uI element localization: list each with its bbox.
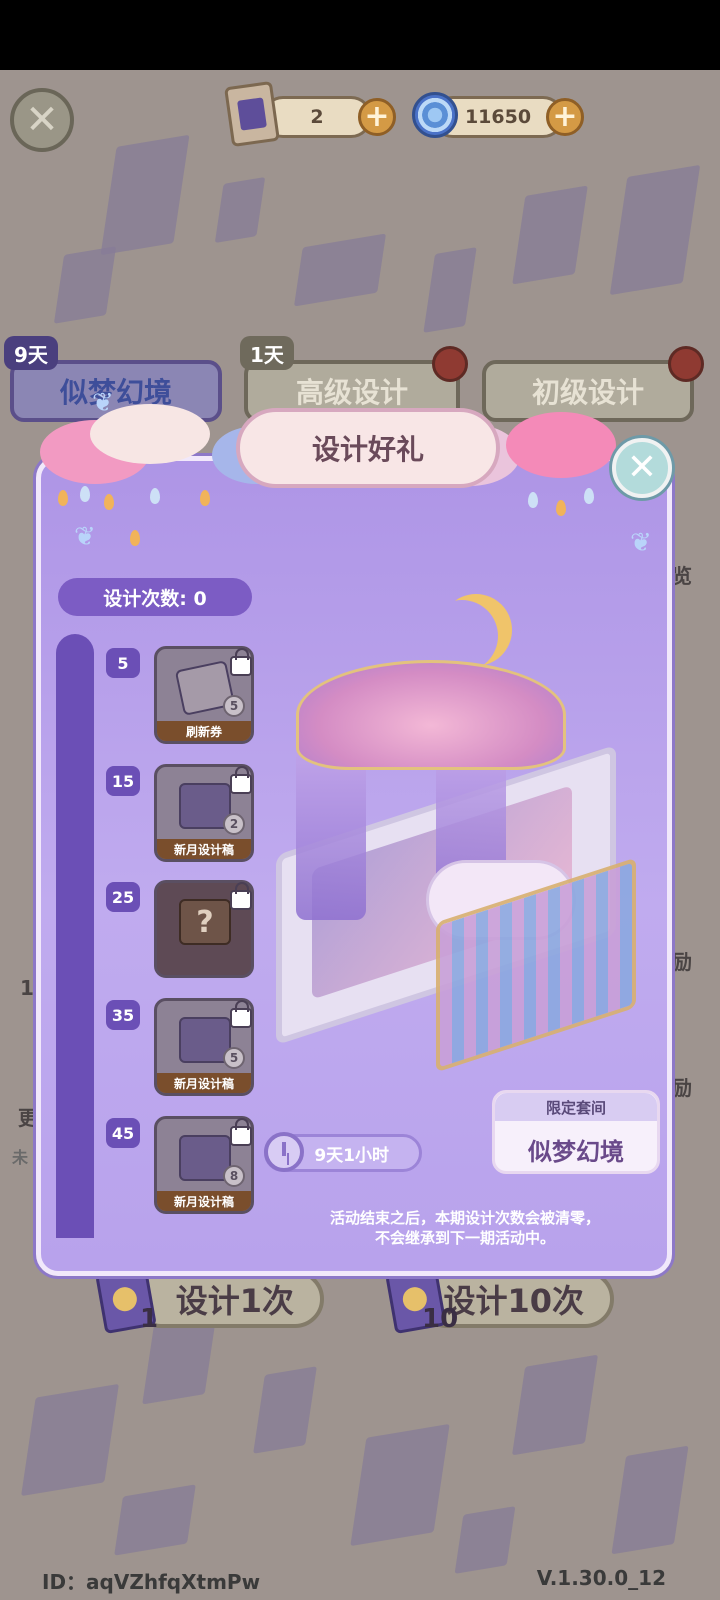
add-swirl-button[interactable]: + bbox=[546, 98, 584, 136]
drop-decoration bbox=[556, 500, 566, 516]
tab-label: 高级设计 bbox=[295, 376, 408, 409]
side-text: 未 bbox=[12, 1148, 29, 1167]
close-screen-button[interactable]: ✕ bbox=[10, 88, 74, 152]
tab-basic-design[interactable]: 初级设计 bbox=[482, 360, 694, 422]
reward-qty: 8 bbox=[223, 1165, 245, 1187]
butterfly-decoration: ❦ bbox=[74, 522, 96, 552]
close-icon: ✕ bbox=[25, 97, 59, 143]
notification-dot bbox=[432, 346, 468, 382]
swirl-currency-icon bbox=[412, 92, 458, 138]
drop-decoration bbox=[80, 486, 90, 502]
pink-cloud-decoration bbox=[506, 412, 616, 478]
drop-decoration bbox=[528, 492, 538, 508]
clock-icon bbox=[264, 1132, 304, 1172]
close-popup-button[interactable]: ✕ bbox=[612, 438, 672, 498]
design-progress-track bbox=[56, 634, 94, 1238]
reward-qty: 5 bbox=[223, 1047, 245, 1069]
reward-label: 新月设计稿 bbox=[157, 1191, 251, 1211]
reward-qty: 2 bbox=[223, 813, 245, 835]
dream-suite-room-illustration bbox=[256, 590, 646, 1090]
player-id: ID：aqVZhfqXtmPw bbox=[42, 1570, 261, 1594]
drop-decoration bbox=[58, 490, 68, 506]
reward-qty: 5 bbox=[223, 695, 245, 717]
version-label: V.1.30.0_12 bbox=[536, 1566, 666, 1590]
tier-threshold: 25 bbox=[106, 882, 140, 912]
days-left-badge: 1天 bbox=[240, 336, 294, 370]
lock-icon bbox=[230, 1000, 252, 1028]
close-icon: ✕ bbox=[626, 447, 658, 488]
tab-label: 初级设计 bbox=[531, 376, 644, 409]
note-line: 活动结束之后，本期设计次数会被清零， bbox=[329, 1209, 600, 1227]
tier-threshold: 45 bbox=[106, 1118, 140, 1148]
note-line: 不会继承到下一期活动中。 bbox=[374, 1229, 555, 1247]
add-scroll-button[interactable]: + bbox=[358, 98, 396, 136]
drop-decoration bbox=[150, 488, 160, 504]
lock-icon bbox=[230, 766, 252, 794]
design-once-button[interactable]: 设计1次 bbox=[132, 1270, 324, 1328]
side-text: 励 bbox=[672, 1076, 692, 1100]
drop-decoration bbox=[104, 494, 114, 510]
drop-decoration bbox=[200, 490, 210, 506]
side-text: 励 bbox=[672, 950, 692, 974]
lock-icon bbox=[230, 648, 252, 676]
swirl-count: 11650 bbox=[464, 106, 532, 128]
design-count-pill: 设计次数: 0 bbox=[58, 578, 252, 616]
butterfly-decoration: ❦ bbox=[630, 528, 652, 558]
limited-suite-name: 似梦幻境 bbox=[528, 1137, 624, 1166]
butterfly-decoration: ❦ bbox=[92, 388, 114, 418]
canopy bbox=[296, 660, 566, 770]
side-text: 1 bbox=[20, 976, 34, 1000]
mystery-box-icon bbox=[179, 899, 231, 945]
limited-suite-card[interactable]: 限定套间 似梦幻境 bbox=[492, 1090, 660, 1174]
cost-count: 10 bbox=[422, 1304, 459, 1334]
cost-count: 1 bbox=[140, 1304, 159, 1334]
reward-label: 新月设计稿 bbox=[157, 1073, 251, 1093]
lock-icon bbox=[230, 1118, 252, 1146]
lock-icon bbox=[230, 882, 252, 910]
tier-threshold: 5 bbox=[106, 648, 140, 678]
side-text: 更 bbox=[18, 1106, 38, 1130]
limited-suite-label: 限定套间 bbox=[495, 1093, 657, 1121]
drop-decoration bbox=[130, 530, 140, 546]
reward-label: 刷新券 bbox=[157, 721, 251, 741]
drop-decoration bbox=[584, 488, 594, 504]
button-label: 设计1次 bbox=[175, 1282, 294, 1320]
days-left-badge: 9天 bbox=[4, 336, 58, 370]
timer-text: 9天1小时 bbox=[314, 1145, 389, 1166]
tier-threshold: 35 bbox=[106, 1000, 140, 1030]
reward-label: 新月设计稿 bbox=[157, 839, 251, 859]
event-reset-note: 活动结束之后，本期设计次数会被清零， 不会继承到下一期活动中。 bbox=[280, 1208, 650, 1248]
notification-dot bbox=[668, 346, 704, 382]
crescent-moon-icon bbox=[426, 600, 498, 672]
side-text: 览 bbox=[672, 564, 692, 588]
button-label: 设计10次 bbox=[443, 1282, 584, 1320]
tier-threshold: 15 bbox=[106, 766, 140, 796]
popup-title: 设计好礼 bbox=[236, 408, 500, 488]
design-scroll-icon bbox=[224, 80, 280, 148]
scroll-count: 2 bbox=[310, 106, 324, 128]
